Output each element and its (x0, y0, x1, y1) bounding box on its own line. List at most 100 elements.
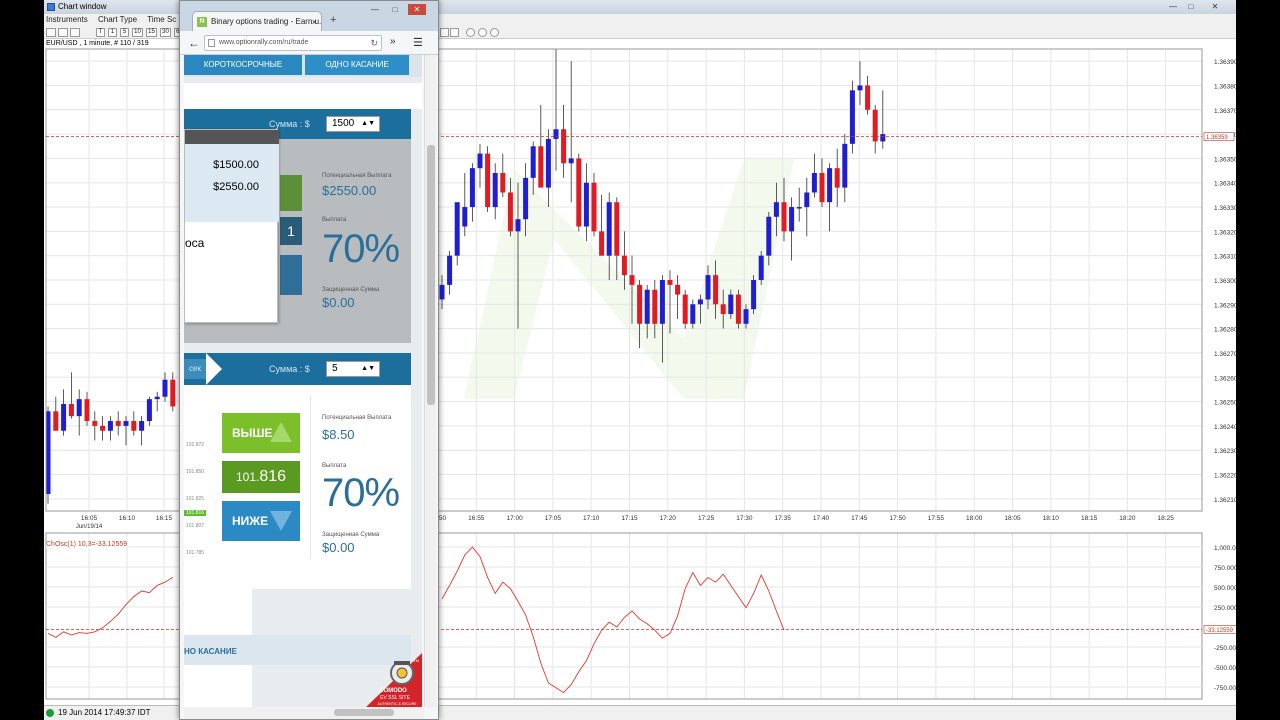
maximize-icon[interactable]: □ (1184, 1, 1198, 12)
candle-body (107, 421, 113, 431)
period-button-15[interactable]: 15 (146, 28, 157, 37)
period-button-5[interactable]: 5 (120, 28, 129, 37)
toolbar-icon[interactable] (58, 28, 68, 37)
new-tab-icon[interactable]: + (330, 14, 336, 26)
browser-maximize-icon[interactable]: □ (386, 4, 404, 15)
popup-payout: $2550.00 (213, 181, 259, 193)
comodo-badge[interactable]: TM COMODO EV SSL SITE AUTHENTIC & SECURE (364, 653, 422, 707)
window-title: Chart window (58, 2, 107, 11)
candle-body (583, 182, 589, 227)
amount-select[interactable]: 1500 ▲▼ (326, 116, 380, 132)
candle-body (599, 231, 605, 256)
page-icon[interactable] (450, 28, 459, 37)
browser-minimize-icon[interactable]: — (366, 4, 384, 15)
candle-body (485, 153, 491, 208)
zoom-in-icon[interactable] (466, 28, 475, 37)
price-scale-tick: 101.872 (186, 442, 205, 448)
badge-line2: AUTHENTIC & SECURE (378, 702, 418, 706)
time-selector[interactable]: сек (184, 359, 206, 379)
browser-tab[interactable]: N Binary options trading - Earn u... × (192, 11, 322, 31)
candle-body (154, 396, 160, 400)
x-tick-label: 17:00 (506, 515, 523, 522)
price-prefix: 101. (235, 470, 260, 484)
period-button-10[interactable]: 10 (132, 28, 143, 37)
osc-y-tick-label: -250.0000 (1214, 645, 1236, 652)
menu-instruments[interactable]: Instruments (46, 15, 88, 24)
payout-percent: 70% (322, 227, 400, 271)
select-caret-icon: ▲▼ (361, 120, 375, 127)
put-label: НИЖЕ (232, 514, 269, 528)
toolbar-icon[interactable] (46, 28, 56, 37)
zoom-reset-icon[interactable] (490, 28, 499, 37)
put-button[interactable]: НИЖЕ (222, 501, 300, 541)
one-touch-label: НО КАСАНИЕ (184, 647, 237, 656)
candle-body (84, 399, 90, 422)
candle-body (53, 411, 59, 431)
toolbar-icon[interactable] (70, 28, 80, 37)
y-tick-label: 1.36370 (1214, 108, 1236, 115)
candle-body (530, 146, 536, 178)
osc-y-tick-label: 1,000.0000 (1214, 545, 1236, 552)
horizontal-scrollbar[interactable] (184, 707, 424, 719)
zoom-out-icon[interactable] (478, 28, 487, 37)
osc-tag: -33.12559 (1206, 628, 1234, 634)
tab-title: Binary options trading - Earn u... (211, 17, 322, 26)
y-tick-label: 1.36280 (1214, 327, 1236, 334)
candle-body (523, 177, 529, 220)
browser-close-icon[interactable]: ✕ (408, 4, 426, 15)
tab-short-term[interactable]: КОРОТКОСРОЧНЫЕ (184, 55, 302, 75)
x-tick-label: 17:25 (698, 515, 715, 522)
candle-body (462, 207, 468, 227)
menu-chart-type[interactable]: Chart Type (98, 15, 137, 24)
candle-body (447, 255, 453, 285)
symbol-label: EUR/USD , 1 minute, # 110 / 319 (46, 40, 149, 47)
scrollbar-thumb[interactable] (334, 709, 394, 716)
candle-body (553, 129, 559, 139)
candle-body (131, 421, 137, 431)
candle-body (538, 146, 544, 188)
up-button-dimmed (280, 175, 302, 211)
y-tick-label: 1.36220 (1214, 473, 1236, 480)
candle-body (545, 138, 551, 188)
amount-value: 1500 (332, 118, 355, 129)
period-button-1[interactable]: 1 (108, 28, 117, 37)
y-tick-label: 1.36260 (1214, 375, 1236, 382)
reload-icon[interactable]: ↻ (370, 36, 378, 50)
web-page: КОРОТКОСРОЧНЫЕ ОДНО КАСАНИЕ Сумма : $ 15… (184, 55, 422, 707)
scrollbar-thumb[interactable] (427, 145, 435, 405)
address-bar[interactable]: www.optionrally.com/ru/trade ↻ (204, 35, 382, 51)
menu-icon[interactable]: ☰ (413, 36, 423, 49)
minimize-icon[interactable]: — (1166, 1, 1180, 12)
candle-body (811, 173, 817, 193)
osc-y-tick-label: -750.0000 (1214, 685, 1236, 692)
price-dimmed: 1 (280, 217, 302, 245)
y-tick-label: 1.36230 (1214, 448, 1236, 455)
call-button[interactable]: ВЫШЕ (222, 413, 300, 453)
menu-time-scale[interactable]: Time Sc (147, 15, 176, 24)
page-icon[interactable] (440, 28, 449, 37)
close-icon[interactable]: ✕ (1208, 1, 1222, 12)
overflow-chevron-icon[interactable]: » (390, 36, 396, 47)
potential-payout-label: Потенциальная Выплата (322, 173, 392, 179)
vertical-scrollbar[interactable] (424, 55, 436, 707)
amount-select[interactable]: 5 ▲▼ (326, 361, 380, 377)
y-tick-label: 1.36240 (1214, 424, 1236, 431)
candle-body (804, 192, 810, 208)
period-button-tick[interactable]: T (96, 28, 105, 37)
candle-body (637, 284, 643, 324)
period-button-30[interactable]: 30 (160, 28, 171, 37)
tab-close-icon[interactable]: × (312, 12, 317, 31)
osc-y-tick-label: 250.0000 (1214, 605, 1236, 612)
candle-body (170, 379, 176, 407)
candle-body (690, 304, 696, 324)
price-scale-current: 101.816 (184, 510, 207, 516)
back-arrow-icon[interactable]: ← (188, 36, 200, 50)
tab-one-touch[interactable]: ОДНО КАСАНИЕ (305, 55, 409, 75)
badge-brand: COMODO (379, 688, 407, 694)
candle-body (827, 168, 833, 203)
popup-dialog: $1500.00 $2550.00 оса (184, 129, 279, 323)
price-scale-tick: 101.850 (186, 469, 205, 475)
x-tick-label: 16:15 (156, 515, 173, 522)
candle-body (561, 129, 567, 164)
candle-body (781, 202, 787, 232)
